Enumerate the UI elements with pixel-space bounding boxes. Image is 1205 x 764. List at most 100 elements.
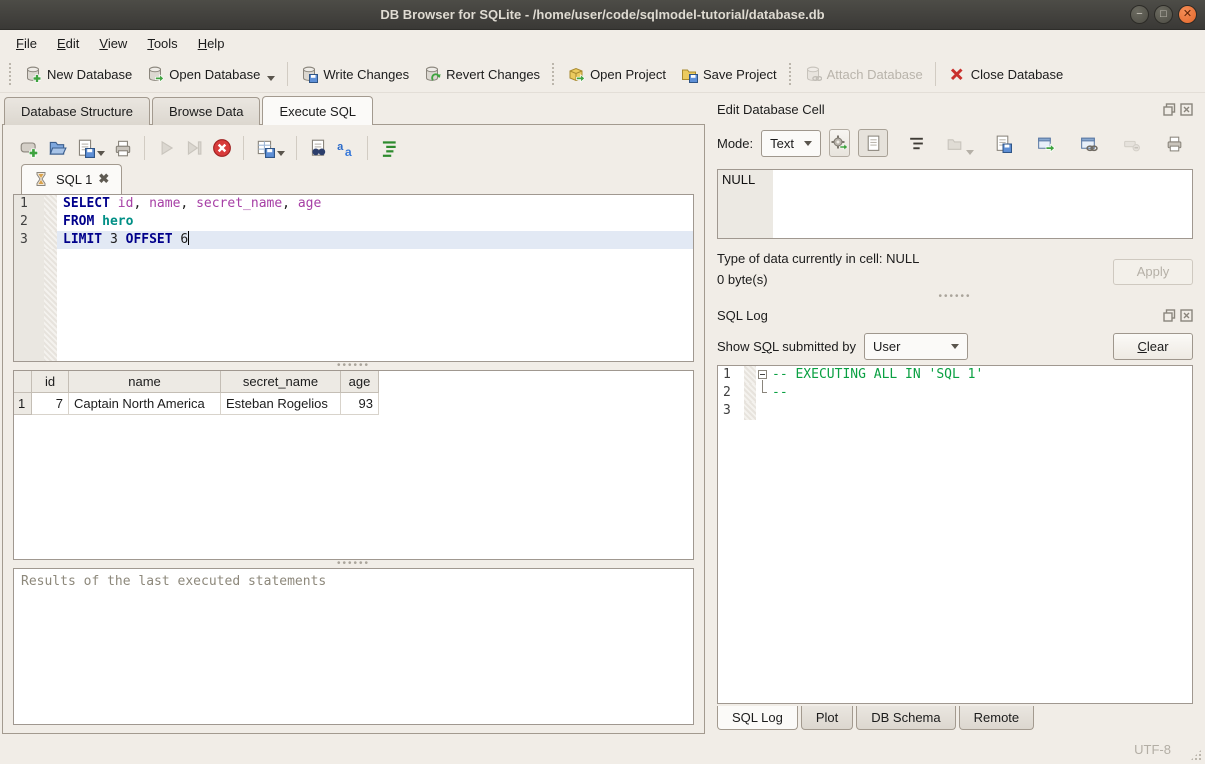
table-cell[interactable]: Esteban Rogelios	[221, 393, 341, 415]
toolbar-handle[interactable]	[788, 62, 793, 86]
column-header[interactable]: secret_name	[221, 371, 341, 393]
apply-button[interactable]: Apply	[1113, 259, 1193, 285]
sql-editor[interactable]: 1SELECT id, name, secret_name, age2FROM …	[13, 194, 694, 362]
word-highlight-button[interactable]: aa	[334, 136, 358, 160]
splitter-cell-log[interactable]: ••••••	[717, 293, 1193, 301]
column-header[interactable]: age	[341, 371, 379, 393]
close-dock-icon[interactable]	[1180, 103, 1193, 116]
close-database-icon	[948, 65, 966, 83]
apply-format-button[interactable]	[829, 129, 850, 157]
corner-header[interactable]	[14, 371, 32, 393]
statusbar: UTF-8	[0, 734, 1205, 764]
save-results-button[interactable]	[253, 136, 287, 160]
main-toolbar: New DatabaseOpen Database Write Changes Re…	[0, 56, 1205, 93]
stop-button[interactable]	[210, 136, 234, 160]
maximize-window-button[interactable]: □	[1154, 5, 1173, 24]
table-cell[interactable]: Captain North America	[69, 393, 221, 415]
execute-all-button	[154, 136, 178, 160]
export-data-button[interactable]	[987, 129, 1017, 157]
chevron-down-icon[interactable]	[267, 76, 275, 81]
editor-line[interactable]: 1SELECT id, name, secret_name, age	[14, 195, 693, 213]
table-row[interactable]: 17Captain North AmericaEsteban Rogelios9…	[14, 393, 693, 415]
cell-size-text: 0 byte(s)	[717, 272, 919, 287]
dock-tab-plot[interactable]: Plot	[801, 706, 853, 730]
new-database-button[interactable]: New Database	[17, 61, 139, 87]
tab-browse-data[interactable]: Browse Data	[152, 97, 260, 125]
row-header[interactable]: 1	[14, 393, 32, 415]
revert-changes-icon	[423, 65, 441, 83]
open-in-app-button[interactable]	[1030, 129, 1060, 157]
chevron-down-icon[interactable]	[97, 151, 105, 156]
mode-select[interactable]: Text	[761, 130, 820, 157]
tab-database-structure[interactable]: Database Structure	[4, 97, 150, 125]
editor-line[interactable]: 3LIMIT 3 OFFSET 6	[14, 231, 693, 249]
word-wrap-button[interactable]	[901, 129, 931, 157]
float-dock-icon[interactable]	[1163, 309, 1176, 322]
toolbar-handle[interactable]	[551, 62, 556, 86]
tab-execute-sql[interactable]: Execute SQL	[262, 96, 373, 125]
menu-help[interactable]: Help	[188, 32, 235, 55]
find-button[interactable]	[306, 136, 330, 160]
save-project-button[interactable]: Save Project	[673, 61, 784, 87]
menu-edit[interactable]: Edit	[47, 32, 89, 55]
resize-grip-icon[interactable]	[1190, 749, 1202, 761]
close-dock-icon[interactable]	[1180, 309, 1193, 322]
splitter-editor-results[interactable]: ••••••	[13, 362, 694, 370]
execute-all-icon	[156, 138, 176, 158]
close-database-button[interactable]: Close Database	[941, 61, 1071, 87]
results-table[interactable]: idnamesecret_nameage17Captain North Amer…	[13, 370, 694, 560]
menu-file[interactable]: File	[6, 32, 47, 55]
open-sql-file-icon	[47, 138, 67, 158]
print-button[interactable]	[1159, 129, 1189, 157]
sql-doc-tab[interactable]: SQL 1 ✖	[21, 164, 122, 194]
dock-tab-remote[interactable]: Remote	[959, 706, 1035, 730]
column-header[interactable]: name	[69, 371, 221, 393]
revert-changes-button[interactable]: Revert Changes	[416, 61, 547, 87]
cell-editor[interactable]: NULL	[717, 169, 1193, 239]
line-number: 1	[718, 366, 744, 384]
table-cell[interactable]: 7	[32, 393, 69, 415]
column-header[interactable]: id	[32, 371, 69, 393]
open-sql-file-button[interactable]	[45, 136, 69, 160]
titlebar[interactable]: DB Browser for SQLite - /home/user/code/…	[0, 0, 1205, 30]
menu-view[interactable]: View	[89, 32, 137, 55]
float-dock-icon[interactable]	[1163, 103, 1176, 116]
encoding-indicator[interactable]: UTF-8	[1134, 742, 1171, 757]
chevron-down-icon[interactable]	[277, 151, 285, 156]
minimize-window-button[interactable]: −	[1130, 5, 1149, 24]
database-open-icon	[146, 65, 164, 83]
text-document-button[interactable]	[858, 129, 888, 157]
open-project-button[interactable]: Open Project	[560, 61, 673, 87]
dock-tab-db-schema[interactable]: DB Schema	[856, 706, 955, 730]
clear-log-button[interactable]: Clear	[1113, 333, 1193, 360]
format-sql-button[interactable]	[377, 136, 401, 160]
close-tab-icon[interactable]: ✖	[98, 171, 109, 187]
log-source-select[interactable]: User	[864, 333, 968, 360]
toolbar-separator	[243, 136, 244, 160]
editor-margin	[44, 195, 57, 213]
write-changes-button[interactable]: Write Changes	[293, 61, 416, 87]
close-window-button[interactable]: ✕	[1178, 5, 1197, 24]
svg-text:a: a	[345, 145, 352, 158]
fold-collapse-icon[interactable]	[758, 370, 767, 379]
editor-margin	[44, 213, 57, 231]
sql-log-view[interactable]: 1-- EXECUTING ALL IN 'SQL 1'2--3	[717, 365, 1193, 704]
line-number: 1	[14, 195, 44, 213]
splitter-results-message[interactable]: ••••••	[13, 560, 694, 568]
toolbar-handle[interactable]	[8, 62, 13, 86]
open-database-button[interactable]: Open Database	[139, 61, 282, 87]
line-number: 2	[718, 384, 744, 402]
copy-link-button[interactable]	[1073, 129, 1103, 157]
save-sql-file-button[interactable]	[73, 136, 107, 160]
dock-tab-sql-log[interactable]: SQL Log	[717, 706, 798, 730]
left-panel: Database StructureBrowse DataExecute SQL…	[0, 93, 705, 734]
log-line: 1-- EXECUTING ALL IN 'SQL 1'	[718, 366, 1192, 384]
editor-line[interactable]: 2FROM hero	[14, 213, 693, 231]
menu-tools[interactable]: Tools	[137, 32, 187, 55]
open-project-icon	[567, 65, 585, 83]
table-cell[interactable]: 93	[341, 393, 379, 415]
write-changes-icon	[300, 65, 318, 83]
toolbar-button-label: Revert Changes	[446, 67, 540, 82]
new-sql-tab-button[interactable]	[17, 136, 41, 160]
print-button[interactable]	[111, 136, 135, 160]
